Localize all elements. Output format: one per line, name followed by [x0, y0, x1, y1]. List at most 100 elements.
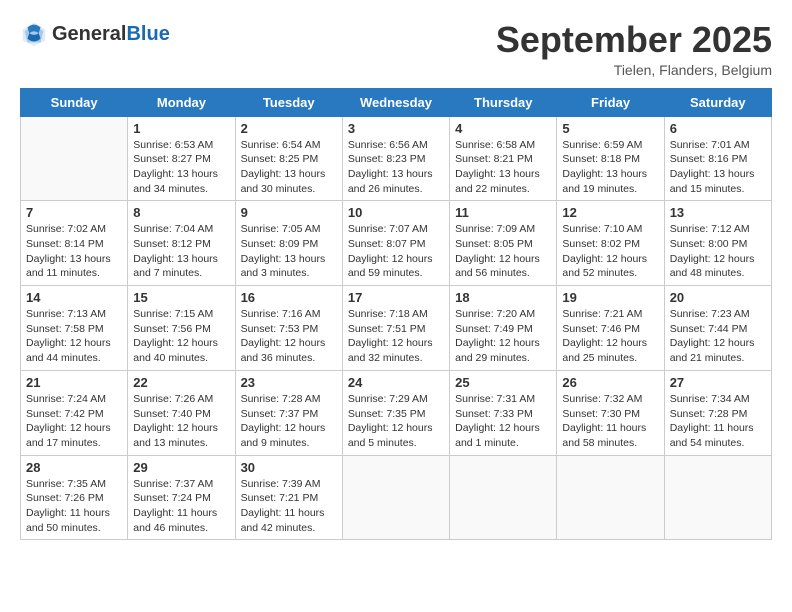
daylight-text-line2: and 9 minutes.	[241, 436, 337, 451]
sunset-text: Sunset: 8:16 PM	[670, 152, 766, 167]
daylight-text-line1: Daylight: 11 hours	[670, 421, 766, 436]
calendar-cell	[21, 116, 128, 201]
day-info: Sunrise: 7:09 AMSunset: 8:05 PMDaylight:…	[455, 222, 551, 281]
day-number: 12	[562, 205, 658, 220]
sunrise-text: Sunrise: 6:53 AM	[133, 138, 229, 153]
daylight-text-line1: Daylight: 11 hours	[241, 506, 337, 521]
sunset-text: Sunset: 8:07 PM	[348, 237, 444, 252]
calendar-cell: 4 Sunrise: 6:58 AMSunset: 8:21 PMDaylight…	[450, 116, 557, 201]
sunset-text: Sunset: 7:37 PM	[241, 407, 337, 422]
sunset-text: Sunset: 8:14 PM	[26, 237, 122, 252]
col-header-monday: Monday	[128, 88, 235, 116]
day-info: Sunrise: 7:18 AMSunset: 7:51 PMDaylight:…	[348, 307, 444, 366]
calendar-table: SundayMondayTuesdayWednesdayThursdayFrid…	[20, 88, 772, 541]
calendar-cell: 8Sunrise: 7:04 AMSunset: 8:12 PMDaylight…	[128, 201, 235, 286]
calendar-cell: 17 Sunrise: 7:18 AMSunset: 7:51 PMDayligh…	[342, 286, 449, 371]
day-info: Sunrise: 7:15 AMSunset: 7:56 PMDaylight:…	[133, 307, 229, 366]
day-number: 28	[26, 460, 122, 475]
daylight-text-line2: and 59 minutes.	[348, 266, 444, 281]
daylight-text-line2: and 21 minutes.	[670, 351, 766, 366]
day-info: Sunrise: 7:39 AMSunset: 7:21 PMDaylight:…	[241, 477, 337, 536]
day-number: 27	[670, 375, 766, 390]
calendar-cell	[450, 455, 557, 540]
day-number: 17	[348, 290, 444, 305]
day-number: 25	[455, 375, 551, 390]
sunset-text: Sunset: 8:21 PM	[455, 152, 551, 167]
day-number: 7	[26, 205, 122, 220]
calendar-cell: 7Sunrise: 7:02 AMSunset: 8:14 PMDaylight…	[21, 201, 128, 286]
sunset-text: Sunset: 8:05 PM	[455, 237, 551, 252]
calendar-header-row: SundayMondayTuesdayWednesdayThursdayFrid…	[21, 88, 772, 116]
daylight-text-line1: Daylight: 12 hours	[562, 252, 658, 267]
day-number: 13	[670, 205, 766, 220]
calendar-week-row: 7Sunrise: 7:02 AMSunset: 8:14 PMDaylight…	[21, 201, 772, 286]
sunset-text: Sunset: 7:46 PM	[562, 322, 658, 337]
month-title: September 2025	[496, 20, 772, 60]
daylight-text-line1: Daylight: 12 hours	[26, 421, 122, 436]
page-header: GeneralBlue September 2025 Tielen, Fland…	[20, 20, 772, 78]
sunrise-text: Sunrise: 7:23 AM	[670, 307, 766, 322]
calendar-week-row: 1Sunrise: 6:53 AMSunset: 8:27 PMDaylight…	[21, 116, 772, 201]
day-info: Sunrise: 6:59 AMSunset: 8:18 PMDaylight:…	[562, 138, 658, 197]
sunset-text: Sunset: 7:44 PM	[670, 322, 766, 337]
day-info: Sunrise: 7:29 AMSunset: 7:35 PMDaylight:…	[348, 392, 444, 451]
day-info: Sunrise: 7:35 AMSunset: 7:26 PMDaylight:…	[26, 477, 122, 536]
sunrise-text: Sunrise: 6:56 AM	[348, 138, 444, 153]
sunrise-text: Sunrise: 6:58 AM	[455, 138, 551, 153]
daylight-text-line1: Daylight: 12 hours	[670, 252, 766, 267]
sunrise-text: Sunrise: 7:34 AM	[670, 392, 766, 407]
daylight-text-line1: Daylight: 11 hours	[26, 506, 122, 521]
sunset-text: Sunset: 8:02 PM	[562, 237, 658, 252]
sunset-text: Sunset: 8:12 PM	[133, 237, 229, 252]
daylight-text-line2: and 7 minutes.	[133, 266, 229, 281]
day-number: 2	[241, 121, 337, 136]
sunset-text: Sunset: 7:33 PM	[455, 407, 551, 422]
daylight-text-line2: and 48 minutes.	[670, 266, 766, 281]
day-number: 4	[455, 121, 551, 136]
day-info: Sunrise: 7:05 AMSunset: 8:09 PMDaylight:…	[241, 222, 337, 281]
sunset-text: Sunset: 7:30 PM	[562, 407, 658, 422]
sunrise-text: Sunrise: 6:54 AM	[241, 138, 337, 153]
day-number: 21	[26, 375, 122, 390]
calendar-cell: 12Sunrise: 7:10 AMSunset: 8:02 PMDayligh…	[557, 201, 664, 286]
sunset-text: Sunset: 8:25 PM	[241, 152, 337, 167]
daylight-text-line1: Daylight: 12 hours	[455, 252, 551, 267]
sunset-text: Sunset: 7:49 PM	[455, 322, 551, 337]
sunrise-text: Sunrise: 7:05 AM	[241, 222, 337, 237]
sunrise-text: Sunrise: 7:21 AM	[562, 307, 658, 322]
calendar-cell: 11 Sunrise: 7:09 AMSunset: 8:05 PMDayligh…	[450, 201, 557, 286]
daylight-text-line2: and 46 minutes.	[133, 521, 229, 536]
sunrise-text: Sunrise: 7:13 AM	[26, 307, 122, 322]
daylight-text-line1: Daylight: 13 hours	[455, 167, 551, 182]
col-header-thursday: Thursday	[450, 88, 557, 116]
day-number: 26	[562, 375, 658, 390]
sunset-text: Sunset: 7:51 PM	[348, 322, 444, 337]
daylight-text-line2: and 5 minutes.	[348, 436, 444, 451]
sunset-text: Sunset: 8:18 PM	[562, 152, 658, 167]
calendar-cell: 29Sunrise: 7:37 AMSunset: 7:24 PMDayligh…	[128, 455, 235, 540]
logo-blue: Blue	[126, 23, 169, 45]
sunrise-text: Sunrise: 7:20 AM	[455, 307, 551, 322]
daylight-text-line1: Daylight: 11 hours	[562, 421, 658, 436]
daylight-text-line2: and 19 minutes.	[562, 182, 658, 197]
calendar-cell: 9Sunrise: 7:05 AMSunset: 8:09 PMDaylight…	[235, 201, 342, 286]
daylight-text-line2: and 30 minutes.	[241, 182, 337, 197]
day-info: Sunrise: 7:04 AMSunset: 8:12 PMDaylight:…	[133, 222, 229, 281]
daylight-text-line2: and 26 minutes.	[348, 182, 444, 197]
day-info: Sunrise: 7:28 AMSunset: 7:37 PMDaylight:…	[241, 392, 337, 451]
calendar-cell: 2Sunrise: 6:54 AMSunset: 8:25 PMDaylight…	[235, 116, 342, 201]
daylight-text-line2: and 50 minutes.	[26, 521, 122, 536]
sunrise-text: Sunrise: 7:18 AM	[348, 307, 444, 322]
calendar-cell: 23Sunrise: 7:28 AMSunset: 7:37 PMDayligh…	[235, 370, 342, 455]
daylight-text-line1: Daylight: 12 hours	[26, 336, 122, 351]
sunset-text: Sunset: 7:21 PM	[241, 491, 337, 506]
day-info: Sunrise: 7:01 AMSunset: 8:16 PMDaylight:…	[670, 138, 766, 197]
calendar-cell: 20Sunrise: 7:23 AMSunset: 7:44 PMDayligh…	[664, 286, 771, 371]
daylight-text-line1: Daylight: 12 hours	[133, 336, 229, 351]
daylight-text-line1: Daylight: 13 hours	[241, 252, 337, 267]
sunrise-text: Sunrise: 7:39 AM	[241, 477, 337, 492]
day-info: Sunrise: 7:31 AMSunset: 7:33 PMDaylight:…	[455, 392, 551, 451]
day-number: 19	[562, 290, 658, 305]
day-number: 11	[455, 205, 551, 220]
daylight-text-line1: Daylight: 12 hours	[133, 421, 229, 436]
